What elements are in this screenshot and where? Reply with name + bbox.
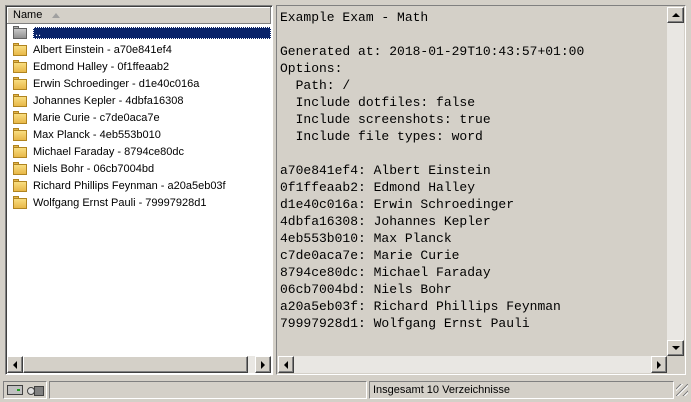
preview-line: 4eb553b010: Max Planck bbox=[280, 231, 452, 246]
status-icons-panel bbox=[3, 381, 47, 399]
folder-icon bbox=[13, 145, 27, 158]
folder-label: Marie Curie - c7de0aca7e bbox=[33, 111, 160, 124]
folder-icon bbox=[13, 111, 27, 124]
folder-icon bbox=[13, 162, 27, 175]
arrow-up-icon bbox=[671, 13, 680, 17]
folder-icon bbox=[13, 94, 27, 107]
horizontal-scrollbar-right[interactable] bbox=[278, 356, 667, 373]
folder-label: .. bbox=[33, 26, 271, 39]
preview-line: Include file types: word bbox=[280, 129, 483, 144]
folder-row[interactable]: Erwin Schroedinger - d1e40c016a bbox=[7, 75, 271, 92]
arrow-down-icon bbox=[671, 346, 680, 350]
vertical-scrollbar[interactable] bbox=[667, 7, 684, 356]
preview-line: Path: / bbox=[280, 78, 351, 93]
folder-row[interactable]: Johannes Kepler - 4dbfa16308 bbox=[7, 92, 271, 109]
preview-line: c7de0aca7e: Marie Curie bbox=[280, 248, 460, 263]
folder-row[interactable]: Richard Phillips Feynman - a20a5eb03f bbox=[7, 177, 271, 194]
folder-label: Wolfgang Ernst Pauli - 79997928d1 bbox=[33, 196, 207, 209]
status-panel-empty bbox=[49, 381, 367, 399]
preview-line: Include dotfiles: false bbox=[280, 95, 476, 110]
preview-line: 79997928d1: Wolfgang Ernst Pauli bbox=[280, 316, 530, 331]
drive-icon[interactable] bbox=[7, 385, 23, 395]
column-header-name[interactable]: Name bbox=[7, 7, 271, 24]
arrow-left-icon bbox=[13, 360, 17, 369]
folder-label: Johannes Kepler - 4dbfa16308 bbox=[33, 94, 184, 107]
preview-pane[interactable]: Example Exam - Math Generated at: 2018-01… bbox=[276, 5, 686, 375]
column-header-label: Name bbox=[13, 9, 43, 21]
scroll-down-button[interactable] bbox=[667, 340, 684, 356]
folder-label: Erwin Schroedinger - d1e40c016a bbox=[33, 77, 200, 90]
folder-row[interactable]: Max Planck - 4eb553b010 bbox=[7, 126, 271, 143]
arrow-left-icon bbox=[284, 360, 288, 369]
horizontal-scrollbar-left[interactable] bbox=[7, 356, 271, 373]
preview-line: Example Exam - Math bbox=[280, 10, 429, 25]
folder-label: Michael Faraday - 8794ce80dc bbox=[33, 145, 185, 158]
folder-row[interactable]: Niels Bohr - 06cb7004bd bbox=[7, 160, 271, 177]
preview-line: a20a5eb03f: Richard Phillips Feynman bbox=[280, 299, 561, 314]
folder-icon bbox=[13, 179, 27, 192]
scroll-track[interactable] bbox=[248, 356, 255, 373]
folder-label: Edmond Halley - 0f1ffeaab2 bbox=[33, 60, 170, 73]
folder-label: Albert Einstein - a70e841ef4 bbox=[33, 43, 172, 56]
scroll-left-button[interactable] bbox=[7, 356, 23, 373]
network-drive-icon[interactable] bbox=[27, 385, 44, 396]
folder-icon bbox=[13, 43, 27, 56]
sort-ascending-icon bbox=[52, 12, 61, 18]
preview-line: Include screenshots: true bbox=[280, 112, 491, 127]
folder-icon bbox=[13, 77, 27, 90]
file-manager-window: Name .. Albert Einstein - a70e841ef4 Edmon… bbox=[0, 0, 691, 402]
preview-line: 0f1ffeaab2: Edmond Halley bbox=[280, 180, 476, 195]
preview-line bbox=[280, 26, 665, 43]
preview-scroll-track[interactable] bbox=[294, 356, 651, 373]
folder-row[interactable]: Marie Curie - c7de0aca7e bbox=[7, 109, 271, 126]
folder-list-pane[interactable]: Name .. Albert Einstein - a70e841ef4 Edmon… bbox=[5, 5, 273, 375]
preview-line: Generated at: 2018-01-29T10:43:57+01:00 bbox=[280, 44, 585, 59]
preview-text: Example Exam - Math Generated at: 2018-01… bbox=[280, 9, 665, 354]
scrollbar-corner bbox=[667, 356, 684, 373]
folder-label: Richard Phillips Feynman - a20a5eb03f bbox=[33, 179, 226, 192]
resize-grip[interactable] bbox=[676, 384, 688, 396]
scroll-right-button[interactable] bbox=[255, 356, 271, 373]
preview-line: 8794ce80dc: Michael Faraday bbox=[280, 265, 491, 280]
folder-row[interactable]: Edmond Halley - 0f1ffeaab2 bbox=[7, 58, 271, 75]
status-text: Insgesamt 10 Verzeichnisse bbox=[369, 381, 674, 399]
folder-label: Niels Bohr - 06cb7004bd bbox=[33, 162, 155, 175]
folder-row[interactable]: Michael Faraday - 8794ce80dc bbox=[7, 143, 271, 160]
folder-icon bbox=[13, 196, 27, 209]
folder-label: Max Planck - 4eb553b010 bbox=[33, 128, 161, 141]
preview-line: Options: bbox=[280, 61, 343, 76]
parent-folder-row[interactable]: .. bbox=[7, 24, 271, 41]
folder-list[interactable]: .. Albert Einstein - a70e841ef4 Edmond Hal… bbox=[7, 24, 271, 356]
preview-line: d1e40c016a: Erwin Schroedinger bbox=[280, 197, 515, 212]
scroll-up-button[interactable] bbox=[667, 7, 684, 23]
folder-icon bbox=[13, 60, 27, 73]
preview-line: a70e841ef4: Albert Einstein bbox=[280, 163, 491, 178]
arrow-right-icon bbox=[657, 360, 661, 369]
scroll-thumb[interactable] bbox=[23, 356, 248, 373]
folder-row[interactable]: Albert Einstein - a70e841ef4 bbox=[7, 41, 271, 58]
preview-scroll-right-button[interactable] bbox=[651, 356, 667, 373]
preview-scroll-left-button[interactable] bbox=[278, 356, 294, 373]
vertical-scroll-track[interactable] bbox=[667, 23, 684, 340]
parent-folder-icon bbox=[13, 26, 27, 39]
preview-line: 06cb7004bd: Niels Bohr bbox=[280, 282, 452, 297]
preview-line: 4dbfa16308: Johannes Kepler bbox=[280, 214, 491, 229]
preview-line bbox=[280, 145, 665, 162]
folder-row[interactable]: Wolfgang Ernst Pauli - 79997928d1 bbox=[7, 194, 271, 211]
status-bar: Insgesamt 10 Verzeichnisse bbox=[0, 378, 691, 402]
folder-icon bbox=[13, 128, 27, 141]
arrow-right-icon bbox=[261, 360, 265, 369]
